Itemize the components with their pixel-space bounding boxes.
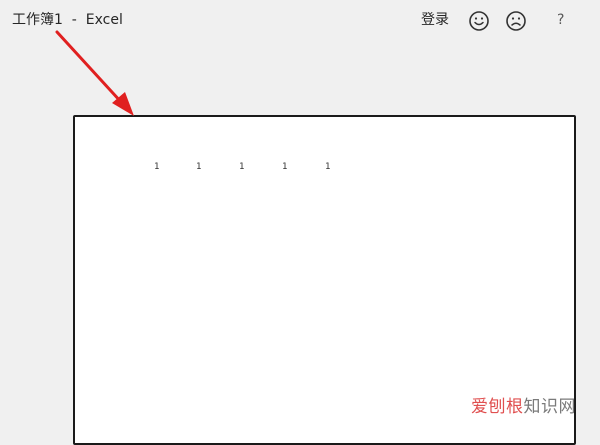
watermark-part-1: 爱刨根	[471, 397, 524, 417]
sign-in-link[interactable]: 登录	[421, 11, 449, 29]
frown-icon	[506, 11, 526, 31]
cell-value: 1	[154, 162, 160, 172]
cell-value: 1	[282, 162, 288, 172]
send-frown-button[interactable]	[505, 10, 527, 32]
title-bar: 工作簿1 - Excel 登录 ?	[0, 0, 600, 40]
watermark-part-2: 知识网	[523, 397, 576, 417]
smile-icon	[469, 11, 489, 31]
cell-value: 1	[325, 162, 331, 172]
cell-value: 1	[196, 162, 202, 172]
watermark: 爱刨根知识网	[471, 396, 576, 418]
send-smile-button[interactable]	[468, 10, 490, 32]
cell-value: 1	[239, 162, 245, 172]
window-title: 工作簿1 - Excel	[12, 12, 123, 28]
help-button[interactable]: ?	[557, 11, 564, 29]
